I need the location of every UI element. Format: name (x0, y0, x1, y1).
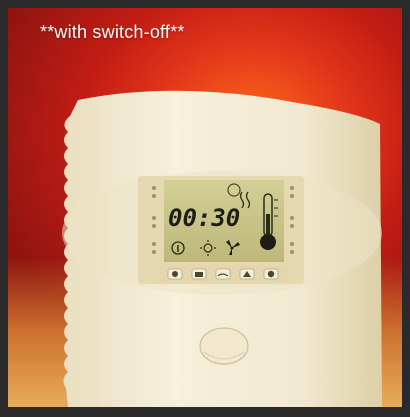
heater-button-icon (191, 268, 207, 280)
time-display: 00:30 (168, 204, 240, 232)
fan-button-icon (239, 268, 255, 280)
light-button-icon (167, 268, 183, 280)
caption-text: **with switch-off** (40, 22, 185, 42)
timer-button-icon (263, 268, 279, 280)
product-photo: **with switch-off** 00:30 (8, 8, 402, 407)
evaporator-button-icon (215, 268, 231, 280)
sauna-controller: 00:30 (62, 90, 383, 407)
image-frame: **with switch-off** 00:30 (0, 0, 410, 417)
